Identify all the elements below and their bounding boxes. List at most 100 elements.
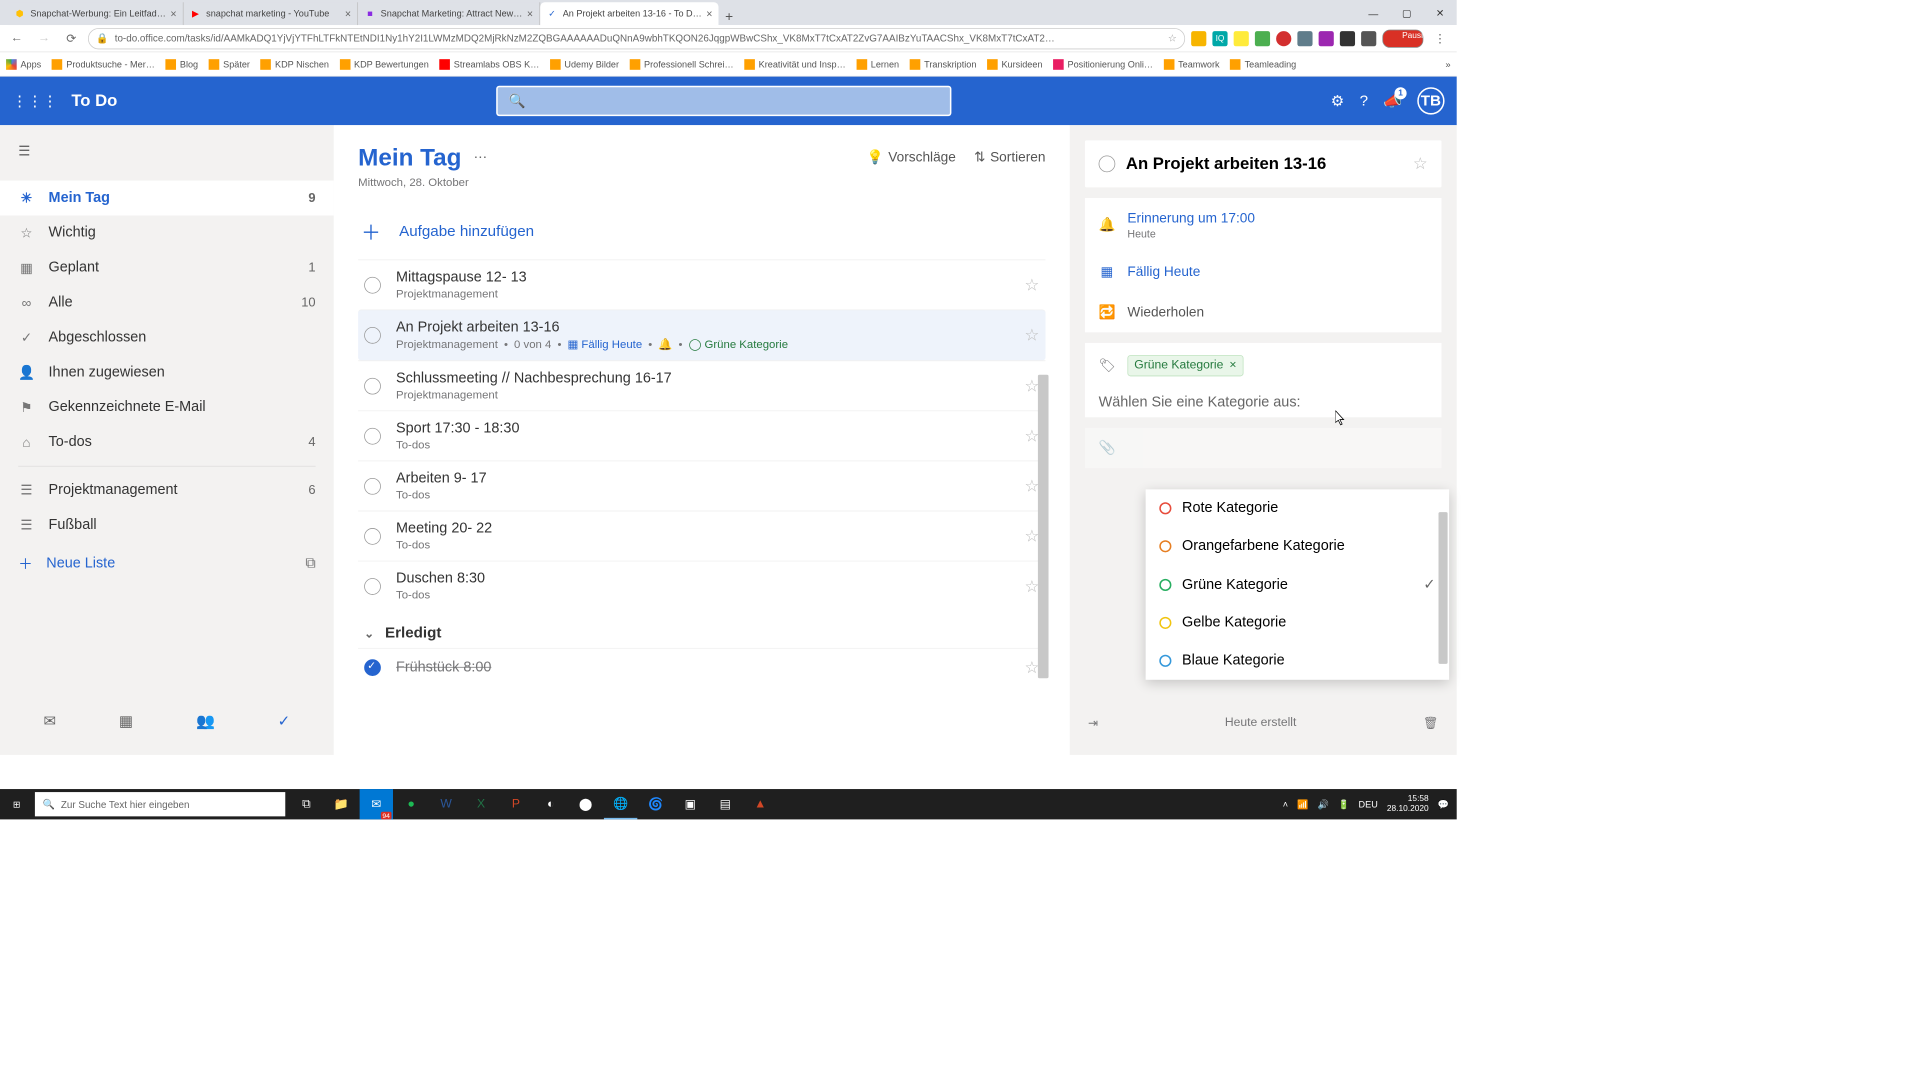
bookmark-item[interactable]: Blog <box>165 59 198 70</box>
mail-icon[interactable]: ✉94 <box>360 789 393 819</box>
task-row[interactable]: Schlussmeeting // Nachbesprechung 16-17 … <box>358 360 1045 410</box>
settings-icon[interactable]: ⚙ <box>1331 91 1345 110</box>
close-icon[interactable]: × <box>706 8 712 20</box>
sidebar-item-assigned[interactable]: 👤 Ihnen zugewiesen <box>0 355 334 390</box>
bookmark-item[interactable]: Kreativität und Insp… <box>744 59 845 70</box>
bookmark-item[interactable]: KDP Bewertungen <box>340 59 429 70</box>
task-view-icon[interactable]: ⧉ <box>290 789 323 819</box>
people-icon[interactable]: 👥 <box>196 712 215 731</box>
clock[interactable]: 15:58 28.10.2020 <box>1387 794 1429 814</box>
new-tab-button[interactable]: + <box>719 9 740 25</box>
extension-pause-badge[interactable]: Pausiert <box>1382 29 1423 47</box>
sidebar-item-planned[interactable]: ▦ Geplant 1 <box>0 250 334 285</box>
bookmark-item[interactable]: Kursideen <box>987 59 1042 70</box>
bookmark-item[interactable]: Lernen <box>856 59 899 70</box>
avatar[interactable]: TB <box>1417 87 1444 114</box>
start-button[interactable]: ⊞ <box>0 799 33 810</box>
hide-detail-icon[interactable]: ⇥ <box>1088 715 1098 730</box>
category-option[interactable]: Blaue Kategorie <box>1146 642 1449 680</box>
category-option-selected[interactable]: Grüne Kategorie ✓ <box>1146 565 1449 604</box>
bookmark-item[interactable]: KDP Nischen <box>261 59 329 70</box>
task-checkbox-checked[interactable] <box>364 659 381 676</box>
sidebar-item-my-day[interactable]: ☀ Mein Tag 9 <box>0 181 334 216</box>
browser-tab-active[interactable]: ✓ An Projekt arbeiten 13-16 - To D… × <box>540 2 719 25</box>
notifications-icon[interactable]: 💬 <box>1438 799 1449 810</box>
sidebar-list-item[interactable]: ☰ Projektmanagement 6 <box>0 473 334 508</box>
bookmark-apps[interactable]: Apps <box>6 59 41 70</box>
sidebar-item-flagged-email[interactable]: ⚑ Gekennzeichnete E-Mail <box>0 390 334 425</box>
sidebar-item-important[interactable]: ☆ Wichtig <box>0 215 334 250</box>
bookmarks-overflow[interactable]: » <box>1446 59 1451 70</box>
language-indicator[interactable]: DEU <box>1359 799 1378 810</box>
bookmark-item[interactable]: Transkription <box>910 59 977 70</box>
new-group-icon[interactable]: ⧉ <box>305 555 315 572</box>
sidebar-list-item[interactable]: ☰ Fußball <box>0 508 334 543</box>
scrollbar[interactable] <box>1038 259 1049 754</box>
remove-icon[interactable]: × <box>1229 359 1236 373</box>
extension-icon[interactable] <box>1297 31 1312 46</box>
bookmark-item[interactable]: Positionierung Onli… <box>1053 59 1153 70</box>
task-row-selected[interactable]: An Projekt arbeiten 13-16 Projektmanagem… <box>358 310 1045 361</box>
close-icon[interactable]: × <box>527 8 533 20</box>
task-checkbox[interactable] <box>364 528 381 545</box>
search-input[interactable]: 🔍 <box>496 86 951 116</box>
app-icon[interactable]: ▣ <box>674 789 707 819</box>
task-row-completed[interactable]: Frühstück 8:00 ☆ <box>358 648 1045 687</box>
task-row[interactable]: Duschen 8:30 To-dos ☆ <box>358 561 1045 611</box>
battery-icon[interactable]: 🔋 <box>1338 799 1349 810</box>
forward-button[interactable]: → <box>33 28 54 49</box>
powerpoint-icon[interactable]: P <box>499 789 532 819</box>
category-option[interactable]: Gelbe Kategorie <box>1146 604 1449 642</box>
detail-category[interactable]: 🏷 Grüne Kategorie × <box>1085 343 1442 389</box>
app-icon[interactable]: ◐ <box>534 789 567 819</box>
bookmark-item[interactable]: Teamwork <box>1164 59 1220 70</box>
explorer-icon[interactable]: 📁 <box>325 789 358 819</box>
sort-button[interactable]: ⇅Sortieren <box>974 149 1045 165</box>
extension-icon[interactable] <box>1234 31 1249 46</box>
extension-icon[interactable]: IQ <box>1212 31 1227 46</box>
scrollbar-thumb[interactable] <box>1438 512 1447 664</box>
taskbar-search[interactable]: 🔍 Zur Suche Text hier eingeben <box>35 792 285 816</box>
detail-title[interactable]: An Projekt arbeiten 13-16 <box>1126 154 1402 174</box>
detail-due-date[interactable]: ▦ Fällig Heute <box>1085 252 1442 292</box>
word-icon[interactable]: W <box>429 789 462 819</box>
bookmark-item[interactable]: Später <box>209 59 250 70</box>
task-checkbox[interactable] <box>364 478 381 495</box>
extension-icon[interactable] <box>1340 31 1355 46</box>
maximize-button[interactable]: ▢ <box>1390 2 1423 25</box>
notifications-icon[interactable]: 📣1 <box>1383 91 1402 110</box>
more-icon[interactable]: ⋯ <box>474 149 488 165</box>
sidebar-item-all[interactable]: ∞ Alle 10 <box>0 285 334 320</box>
scrollbar-thumb[interactable] <box>1038 375 1049 678</box>
excel-icon[interactable]: X <box>464 789 497 819</box>
delete-icon[interactable]: 🗑 <box>1423 715 1438 730</box>
detail-reminder[interactable]: 🔔 Erinnerung um 17:00 Heute <box>1085 198 1442 252</box>
chrome-icon[interactable]: 🌐 <box>604 789 637 819</box>
browser-tab[interactable]: ▶ snapchat marketing - YouTube × <box>183 2 358 25</box>
browser-tab[interactable]: ⬢ Snapchat-Werbung: Ein Leitfad… × <box>8 2 184 25</box>
edge-icon[interactable]: 🌀 <box>639 789 672 819</box>
task-checkbox[interactable] <box>364 578 381 595</box>
extension-icon[interactable] <box>1276 31 1291 46</box>
bookmark-item[interactable]: Produktsuche - Mer… <box>52 59 155 70</box>
back-button[interactable]: ← <box>6 28 27 49</box>
minimize-button[interactable]: — <box>1357 2 1390 25</box>
extension-icon[interactable] <box>1191 31 1206 46</box>
calendar-icon[interactable]: ▦ <box>119 712 133 731</box>
task-row[interactable]: Sport 17:30 - 18:30 To-dos ☆ <box>358 410 1045 460</box>
app-icon[interactable]: ▲ <box>744 789 777 819</box>
task-checkbox[interactable] <box>364 428 381 445</box>
new-list-button[interactable]: ＋ Neue Liste ⧉ <box>0 542 334 584</box>
mail-icon[interactable]: ✉ <box>43 712 56 731</box>
menu-button[interactable]: ⋮ <box>1429 28 1450 49</box>
task-row[interactable]: Mittagspause 12- 13 Projektmanagement ☆ <box>358 259 1045 309</box>
volume-icon[interactable]: 🔊 <box>1318 799 1329 810</box>
todo-icon[interactable]: ✓ <box>278 712 291 731</box>
help-icon[interactable]: ? <box>1360 92 1368 109</box>
star-icon[interactable]: ☆ <box>1413 154 1428 174</box>
task-row[interactable]: Meeting 20- 22 To-dos ☆ <box>358 511 1045 561</box>
bookmark-item[interactable]: Professionell Schrei… <box>630 59 734 70</box>
extension-icon[interactable] <box>1255 31 1270 46</box>
reload-button[interactable]: ⟳ <box>61 28 82 49</box>
spotify-icon[interactable]: ● <box>395 789 428 819</box>
